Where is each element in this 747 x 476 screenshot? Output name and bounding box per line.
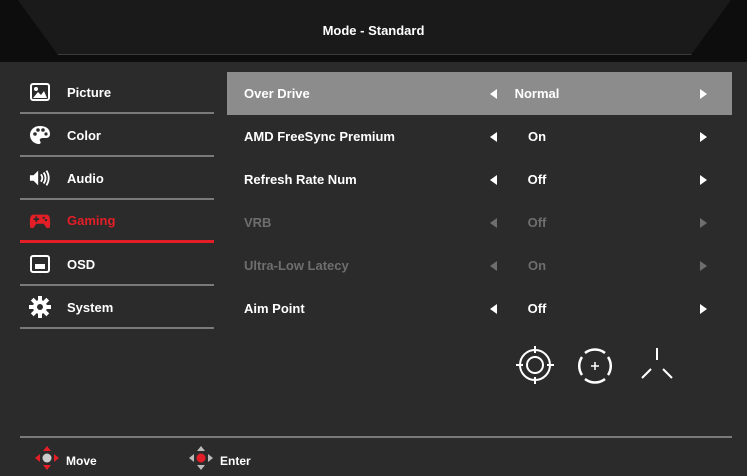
sidebar-item-picture[interactable]: Picture <box>20 72 214 114</box>
sidebar-item-gaming[interactable]: Gaming <box>20 201 214 243</box>
move-dpad-icon <box>34 445 60 476</box>
move-label: Move <box>66 453 97 468</box>
mode-title: Mode - Standard <box>322 23 425 38</box>
sidebar-item-label: OSD <box>67 256 96 272</box>
setting-row-over-drive[interactable]: Over Drive Normal <box>227 72 732 115</box>
gear-icon <box>29 296 51 318</box>
setting-row-vrb: VRB Off <box>227 201 732 244</box>
setting-name: Aim Point <box>244 301 305 316</box>
setting-name: VRB <box>244 215 272 230</box>
setting-value: Off <box>527 172 547 187</box>
picture-icon <box>29 81 51 103</box>
sidebar: Picture Color Audio Gaming OSD System <box>20 72 214 330</box>
setting-value: Off <box>527 301 547 316</box>
setting-value: Off <box>527 215 547 230</box>
arrow-right-icon[interactable] <box>700 303 707 314</box>
setting-name: AMD FreeSync Premium <box>244 129 395 144</box>
setting-name: Refresh Rate Num <box>244 172 357 187</box>
sidebar-item-color[interactable]: Color <box>20 115 214 157</box>
enter-dpad-icon <box>188 445 214 476</box>
setting-value: On <box>527 129 547 144</box>
sidebar-item-system[interactable]: System <box>20 287 214 329</box>
enter-label: Enter <box>220 453 251 468</box>
setting-row-aim-point[interactable]: Aim Point Off <box>227 287 732 330</box>
header-bar: Mode - Standard <box>0 0 747 62</box>
footer-bar: Move Enter <box>0 442 747 472</box>
arrow-right-icon <box>700 260 707 271</box>
arrow-right-icon[interactable] <box>700 88 707 99</box>
move-hint: Move <box>34 445 97 476</box>
palette-icon <box>29 124 51 146</box>
aim-point-dot-icon[interactable] <box>576 347 614 390</box>
gamepad-icon <box>29 210 51 232</box>
setting-name: Ultra-Low Latecy <box>244 258 349 273</box>
arrow-right-icon <box>700 217 707 228</box>
footer-divider <box>20 436 732 438</box>
sidebar-item-label: Picture <box>67 84 112 100</box>
aim-point-circle-icon[interactable] <box>516 346 554 389</box>
sidebar-item-label: Color <box>67 127 101 143</box>
setting-row-refresh-rate-num[interactable]: Refresh Rate Num Off <box>227 158 732 201</box>
enter-hint: Enter <box>188 445 251 476</box>
setting-value: On <box>527 258 547 273</box>
sidebar-item-label: System <box>67 299 114 315</box>
settings-panel: Over Drive Normal AMD FreeSync Premium O… <box>227 72 732 330</box>
osd-icon <box>29 253 51 275</box>
setting-name: Over Drive <box>244 86 310 101</box>
sidebar-item-osd[interactable]: OSD <box>20 244 214 286</box>
setting-value: Normal <box>514 86 560 101</box>
speaker-icon <box>29 167 51 189</box>
sidebar-item-label: Gaming <box>67 213 116 228</box>
setting-row-freesync[interactable]: AMD FreeSync Premium On <box>227 115 732 158</box>
setting-row-ultra-low-latency: Ultra-Low Latecy On <box>227 244 732 287</box>
aim-point-tri-icon[interactable] <box>638 347 676 390</box>
arrow-right-icon[interactable] <box>700 131 707 142</box>
arrow-right-icon[interactable] <box>700 174 707 185</box>
sidebar-item-label: Audio <box>67 170 104 186</box>
sidebar-item-audio[interactable]: Audio <box>20 158 214 200</box>
